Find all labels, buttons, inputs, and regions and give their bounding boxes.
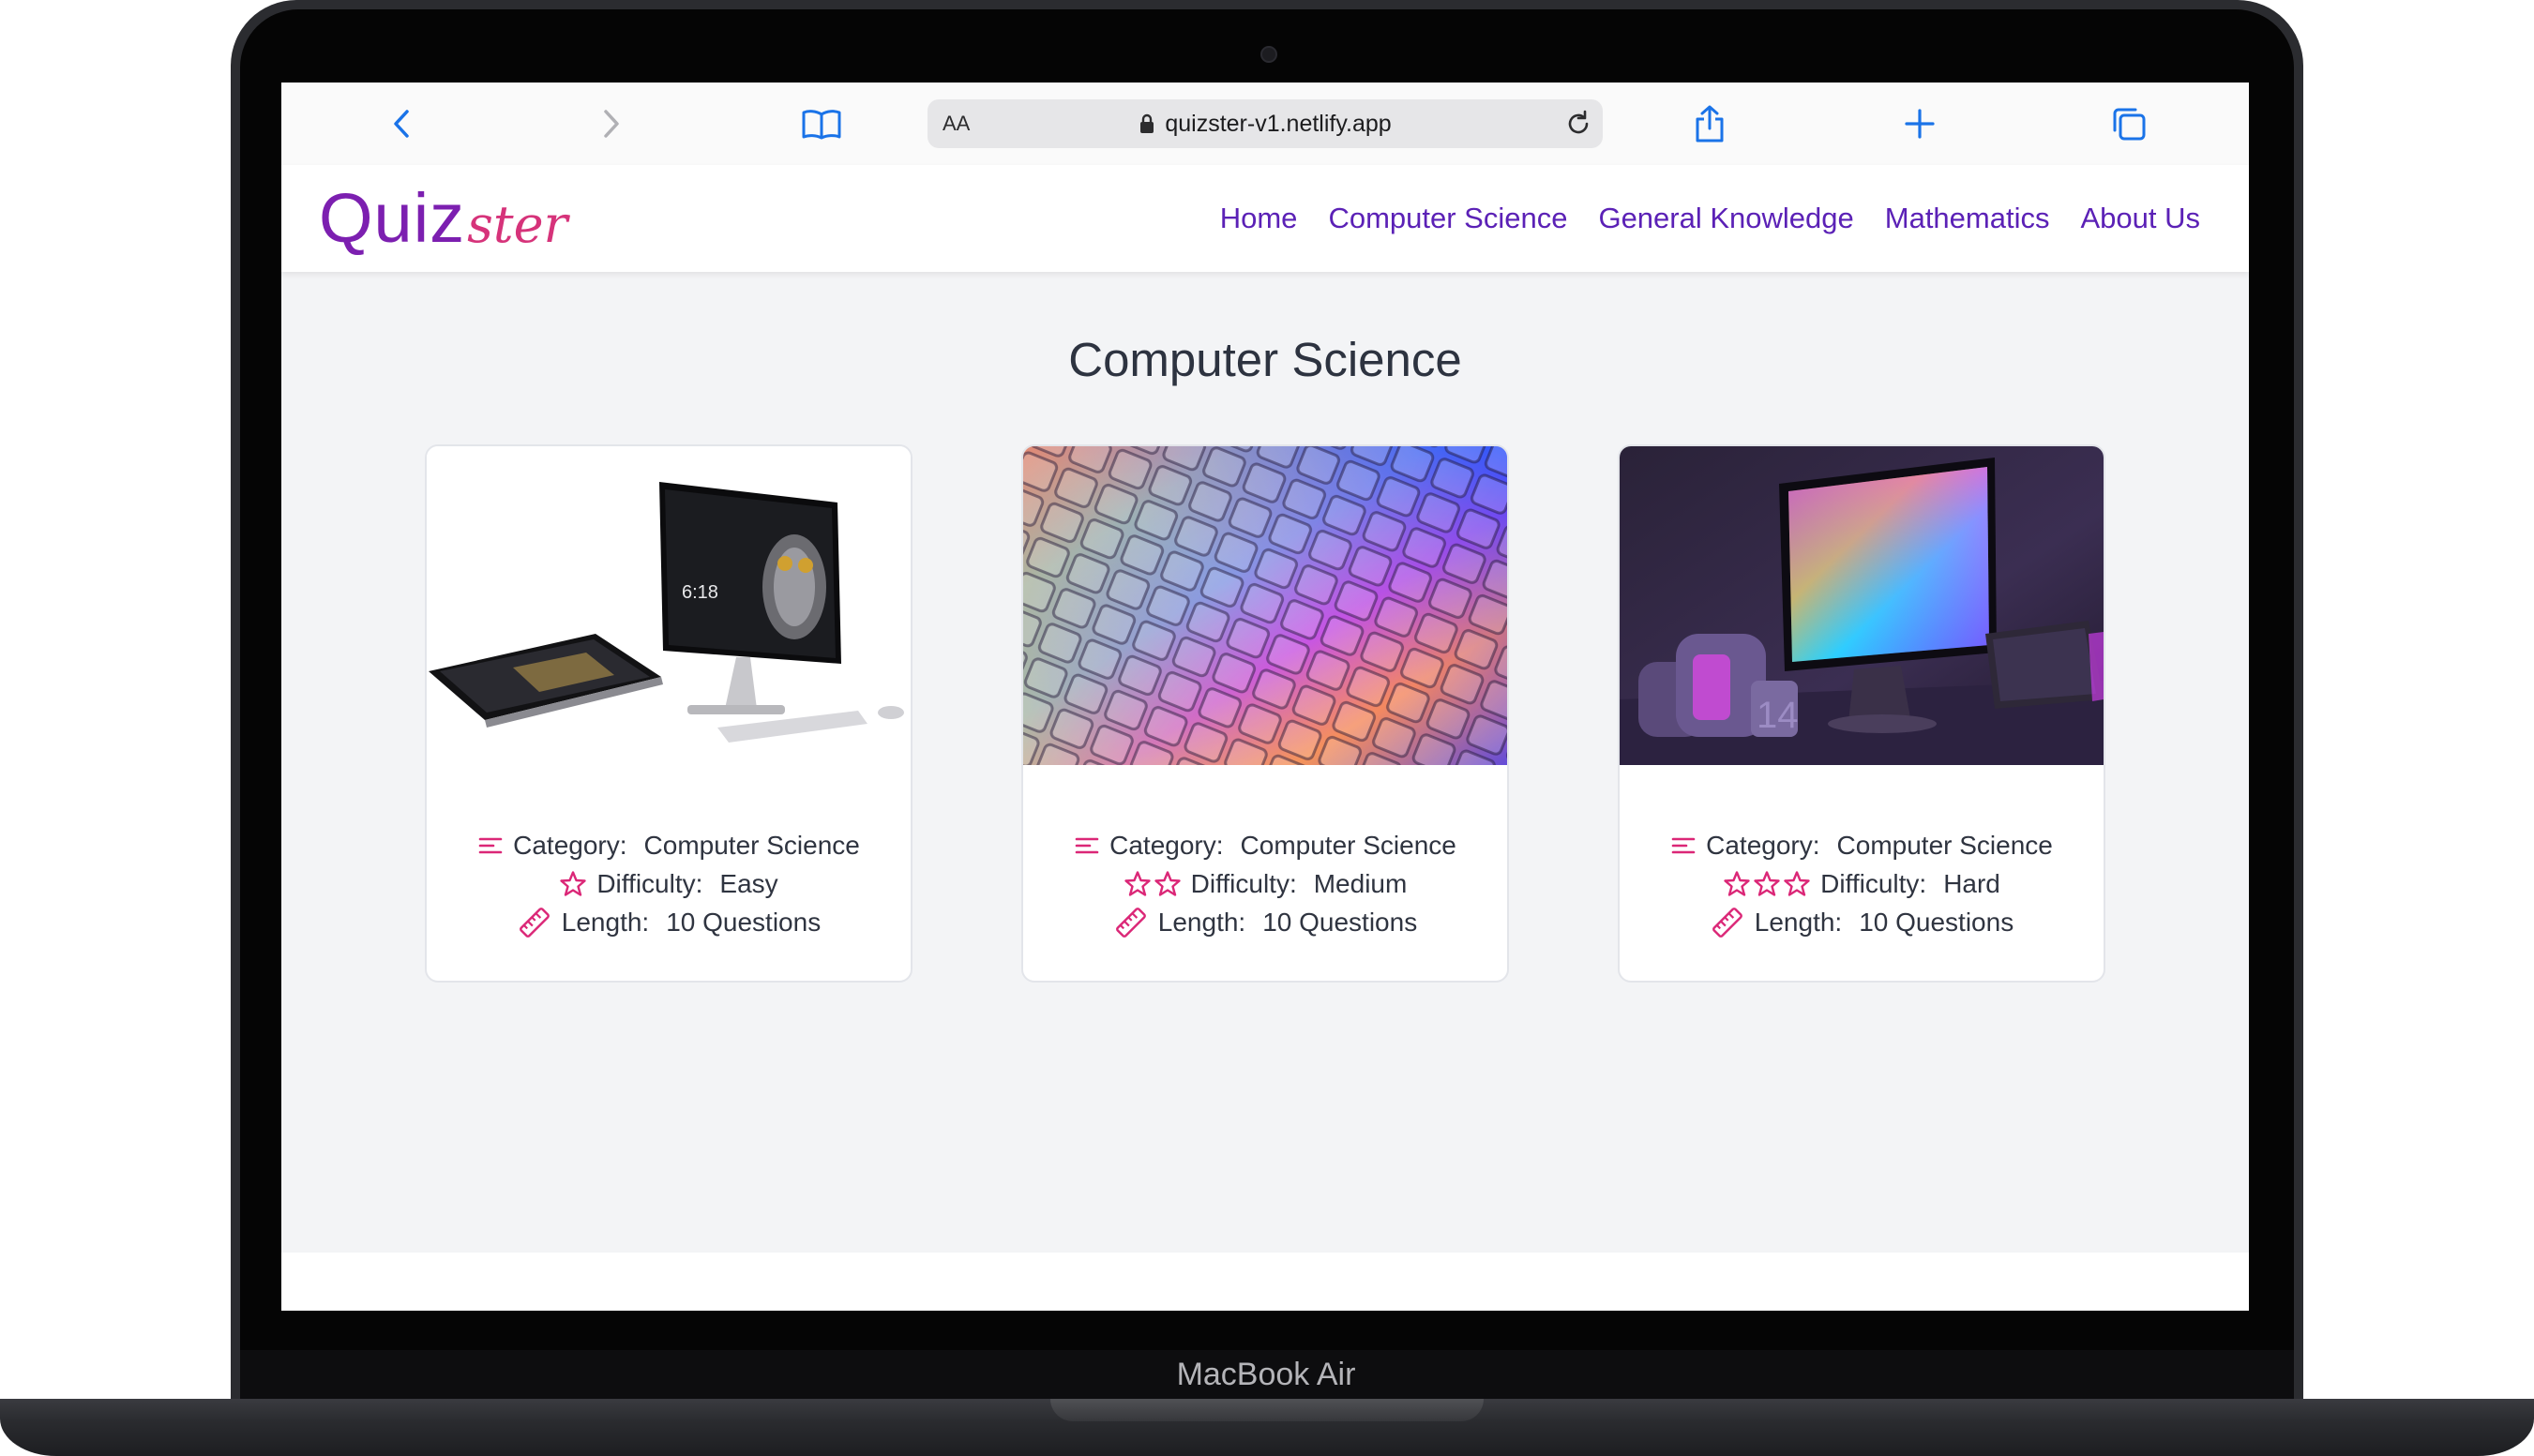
star-icon [1723, 870, 1811, 898]
quiz-image-hard: 14 [1620, 446, 2104, 765]
difficulty-row: Difficulty: Medium [1023, 864, 1507, 903]
difficulty-label: Difficulty: [1820, 868, 1927, 898]
category-label: Category: [513, 830, 627, 860]
quiz-image-medium [1023, 446, 1507, 765]
browser-toolbar: AA quizster-v1.netlify.app [281, 83, 2249, 166]
category-value: Computer Science [1836, 830, 2053, 860]
page-title: Computer Science [1068, 333, 1462, 386]
screen: AA quizster-v1.netlify.app Quiz ster Hom… [281, 83, 2249, 1311]
quiz-card-hard[interactable]: 14 Category: Computer Science Difficulty… [1618, 444, 2105, 983]
length-label: Length: [1157, 907, 1246, 937]
ruler-icon [1113, 905, 1149, 940]
site-logo[interactable]: Quiz ster [319, 178, 567, 259]
device-label: MacBook Air [1176, 1357, 1356, 1392]
bookmarks-button[interactable] [797, 99, 846, 148]
category-icon [1670, 834, 1697, 857]
page-footer [281, 1253, 2249, 1311]
new-tab-button[interactable] [1895, 99, 1944, 148]
category-value: Computer Science [1240, 830, 1456, 860]
quiz-meta-easy: Category: Computer Science Difficulty: E… [427, 826, 911, 941]
category-icon [477, 834, 504, 857]
forward-button[interactable] [586, 99, 635, 148]
length-row: Length: 10 Questions [427, 903, 911, 941]
length-row: Length: 10 Questions [1620, 903, 2104, 941]
difficulty-label: Difficulty: [596, 868, 703, 898]
category-label: Category: [1109, 830, 1224, 860]
ruler-icon [517, 905, 552, 940]
logo-main-text: Quiz [319, 179, 466, 257]
new-tab-icon [1905, 109, 1935, 139]
difficulty-row: Difficulty: Hard [1620, 864, 2104, 903]
address-bar[interactable]: AA quizster-v1.netlify.app [928, 99, 1603, 148]
site-navbar: Quiz ster Home Computer Science General … [281, 165, 2249, 272]
length-row: Length: 10 Questions [1023, 903, 1507, 941]
nav-home[interactable]: Home [1220, 202, 1298, 235]
quiz-meta-medium: Category: Computer Science Difficulty: M… [1023, 826, 1507, 941]
difficulty-value: Medium [1313, 868, 1408, 898]
tabs-icon [2113, 108, 2146, 141]
category-row: Category: Computer Science [427, 826, 911, 864]
nav-about-us[interactable]: About Us [2080, 202, 2200, 235]
category-value: Computer Science [643, 830, 860, 860]
quiz-meta-hard: Category: Computer Science Difficulty: H… [1620, 826, 2104, 941]
length-value: 10 Questions [1262, 907, 1418, 937]
svg-text:14: 14 [1757, 695, 1799, 736]
bookmarks-icon [802, 110, 841, 140]
url-display: quizster-v1.netlify.app [928, 99, 1603, 148]
back-button[interactable] [378, 99, 427, 148]
laptop-notch [1050, 1399, 1484, 1421]
url-text: quizster-v1.netlify.app [1165, 110, 1392, 137]
difficulty-row: Difficulty: Easy [427, 864, 911, 903]
quiz-card-medium[interactable]: Category: Computer Science Difficulty: M… [1021, 444, 1509, 983]
star-icon [1124, 870, 1182, 898]
nav-computer-science[interactable]: Computer Science [1328, 202, 1567, 235]
difficulty-value: Hard [1943, 868, 2000, 898]
difficulty-value: Easy [719, 868, 778, 898]
svg-text:6:18: 6:18 [682, 582, 718, 603]
ruler-icon [1710, 905, 1745, 940]
length-value: 10 Questions [666, 907, 822, 937]
camera [1260, 46, 1277, 63]
star-icon [559, 870, 587, 898]
quiz-card-easy[interactable]: 6:18 Category: Computer Science Difficul… [425, 444, 913, 983]
length-label: Length: [1754, 907, 1843, 937]
difficulty-label: Difficulty: [1190, 868, 1297, 898]
back-icon [394, 110, 409, 138]
tabs-button[interactable] [2104, 99, 2153, 148]
share-button[interactable] [1685, 99, 1734, 148]
quiz-image-easy: 6:18 [427, 446, 911, 765]
lock-icon [1140, 113, 1154, 133]
nav-mathematics[interactable]: Mathematics [1885, 202, 2050, 235]
category-row: Category: Computer Science [1023, 826, 1507, 864]
share-icon [1696, 105, 1724, 143]
reload-icon[interactable] [1563, 109, 1593, 139]
category-row: Category: Computer Science [1620, 826, 2104, 864]
length-value: 10 Questions [1859, 907, 2014, 937]
logo-script-text: ster [467, 195, 568, 254]
length-label: Length: [561, 907, 650, 937]
forward-icon [604, 110, 619, 138]
category-label: Category: [1706, 830, 1820, 860]
nav-menu: Home Computer Science General Knowledge … [1220, 165, 2200, 272]
nav-general-knowledge[interactable]: General Knowledge [1598, 202, 1853, 235]
category-icon [1074, 834, 1100, 857]
